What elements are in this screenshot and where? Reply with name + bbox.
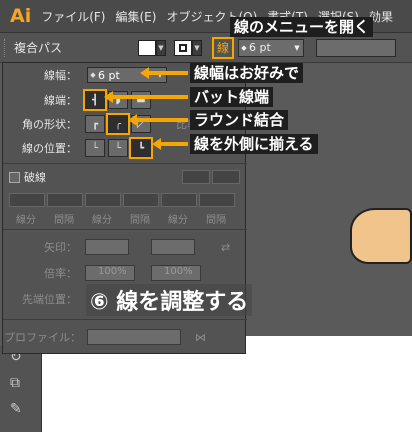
scale-start-field[interactable]: 100% <box>85 265 135 281</box>
callout-open-menu: 線のメニューを開く <box>230 17 374 37</box>
dash-field-3[interactable] <box>161 193 197 207</box>
butt-cap-button[interactable]: ┫ <box>83 89 107 111</box>
control-stroke-weight-value: 6 pt <box>249 41 271 54</box>
control-bar: 複合パス ▼ ▼ 線 ◆ 6 pt ▼ <box>0 33 412 63</box>
align-inside-button[interactable]: └ <box>108 139 128 157</box>
arrow-line <box>112 95 188 99</box>
spinner-arrows-icon[interactable]: ◆ <box>88 71 98 79</box>
toolbox: ↻ ⧉ ✎ <box>0 345 42 432</box>
warp-tool-icon[interactable]: ✎ <box>10 401 34 423</box>
stroke-weight-field[interactable]: ◆ 6 pt ▼ <box>87 67 167 83</box>
gap-field-1[interactable] <box>47 193 83 207</box>
scale-tool-icon[interactable]: ⧉ <box>10 375 34 397</box>
weight-label: 線幅： <box>44 69 77 82</box>
callout-align-outside: 線を外側に揃える <box>190 134 318 154</box>
dash-field-2[interactable] <box>85 193 121 207</box>
fill-dropdown-icon[interactable]: ▼ <box>156 39 166 56</box>
projecting-cap-button[interactable]: ▬ <box>131 91 151 109</box>
arrowhead-end-select[interactable] <box>151 239 195 255</box>
dash-preserve-button[interactable] <box>182 170 210 184</box>
control-stroke-weight[interactable]: ◆ 6 pt ▼ <box>238 38 304 57</box>
gap-field-2[interactable] <box>123 193 159 207</box>
step-title: ⑥ 線を調整する <box>86 284 253 316</box>
align-outside-button[interactable]: ┗ <box>129 137 153 159</box>
stroke-dropdown-icon[interactable]: ▼ <box>192 39 202 56</box>
scale-label: 倍率： <box>44 267 77 280</box>
profile-select[interactable] <box>87 329 181 345</box>
stroke-panel-link[interactable]: 線 <box>212 36 234 59</box>
flip-icon[interactable]: ⋈ <box>195 331 206 344</box>
grip-handle[interactable] <box>4 38 8 57</box>
dash-label: 線分 <box>92 215 112 226</box>
miter-join-button[interactable]: ┏ <box>85 115 105 133</box>
profile-label: プロファイル： <box>4 331 81 344</box>
align-label: 線の位置： <box>22 142 77 155</box>
gap-field-3[interactable] <box>199 193 235 207</box>
callout-weight: 線幅はお好みで <box>190 63 304 83</box>
fill-swatch[interactable] <box>138 39 156 56</box>
dashed-checkbox[interactable] <box>9 171 20 183</box>
variable-width-select[interactable] <box>316 38 396 57</box>
gap-label: 間隔 <box>206 215 226 226</box>
callout-butt-cap: バット線端 <box>190 87 274 107</box>
dash-label: 線分 <box>16 215 36 226</box>
gap-label: 間隔 <box>54 215 74 226</box>
dashed-label: 破線 <box>24 171 46 184</box>
align-center-button[interactable]: └ <box>85 139 105 157</box>
arrow-line <box>148 71 188 75</box>
selection-type-label: 複合パス <box>14 41 63 55</box>
corner-label: 角の形状： <box>22 118 77 131</box>
dash-field-1[interactable] <box>9 193 45 207</box>
dash-label: 線分 <box>168 215 188 226</box>
arrow-line <box>136 118 188 122</box>
app-logo: Ai <box>10 5 32 27</box>
round-join-button[interactable]: ╭ <box>106 113 130 135</box>
arrowhead-start-select[interactable] <box>85 239 129 255</box>
chevron-down-icon[interactable]: ▼ <box>291 44 303 52</box>
swap-arrows-icon[interactable]: ⇄ <box>221 241 230 254</box>
arrow-line <box>160 142 188 146</box>
arrow-align-label: 先端位置： <box>22 293 77 306</box>
stroke-weight-value: 6 pt <box>98 68 120 82</box>
menu-edit[interactable]: 編集(E) <box>116 8 157 25</box>
callout-round-join: ラウンド結合 <box>190 110 289 130</box>
arrowhead-label: 矢印： <box>44 241 77 254</box>
gap-label: 間隔 <box>130 215 150 226</box>
menu-file[interactable]: ファイル(F) <box>41 8 105 25</box>
spinner-arrows-icon[interactable]: ◆ <box>239 44 249 52</box>
scale-end-field[interactable]: 100% <box>151 265 201 281</box>
cap-label: 線端： <box>44 94 77 107</box>
dash-align-button[interactable] <box>212 170 240 184</box>
stroke-swatch[interactable] <box>174 39 192 56</box>
artwork-shape[interactable] <box>350 208 412 264</box>
